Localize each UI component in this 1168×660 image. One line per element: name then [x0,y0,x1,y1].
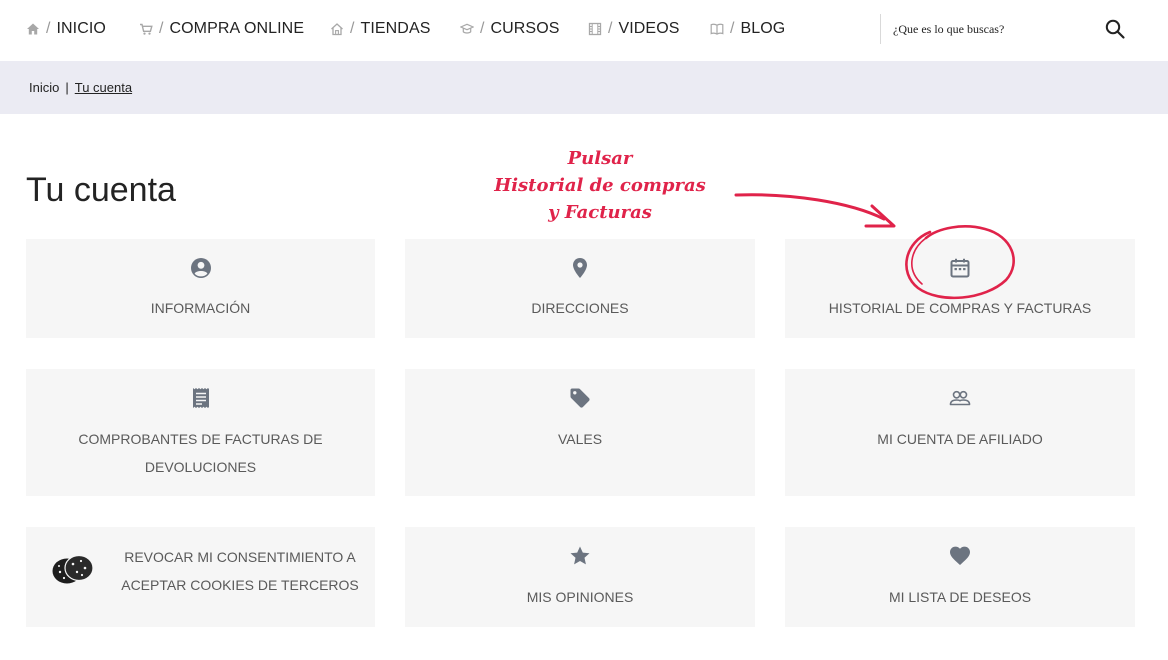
account-circle-icon [189,256,213,280]
tile-label: DIRECCIONES [531,300,629,316]
annotation-line-2: Historial de compras [494,175,706,196]
tile-label: HISTORIAL DE COMPRAS Y FACTURAS [828,300,1092,316]
tile-cuenta-afiliado[interactable]: MI CUENTA DE AFILIADO [785,369,1135,496]
breadcrumb: Inicio | Tu cuenta [29,80,132,95]
heart-icon [948,544,972,568]
graduation-cap-icon [460,22,474,36]
search-input[interactable] [893,17,1093,41]
annotation-arrow [734,193,886,221]
store-icon [330,22,344,36]
breadcrumb-bar: Inicio | Tu cuenta [0,61,1168,114]
tag-icon [568,386,592,410]
tile-label: INFORMACIÓN [150,300,251,316]
breadcrumb-separator: | [65,80,69,95]
page-title: Tu cuenta [26,171,176,209]
tile-label: COMPROBANTES DE FACTURAS DE DEVOLUCIONES [78,431,323,475]
location-pin-icon [568,256,592,280]
film-icon [588,22,602,36]
tile-vales[interactable]: VALES [405,369,755,496]
tile-revocar-cookies[interactable]: REVOCAR MI CONSENTIMIENTO A ACEPTAR COOK… [26,527,375,627]
annotation-arrowhead [864,204,896,228]
star-icon [568,544,592,568]
search-box [880,14,1142,44]
annotation-line-3: y Facturas [548,202,652,223]
nav-item-compra-online[interactable]: / COMPRA ONLINE [139,18,304,40]
tile-informacion[interactable]: INFORMACIÓN [26,239,375,338]
book-icon [710,22,724,36]
annotation-line-1: Pulsar [567,148,633,169]
nav-item-tiendas[interactable]: / TIENDAS [330,18,431,40]
nav-item-cursos[interactable]: / CURSOS [460,18,560,40]
cookie-icon [51,551,95,587]
nav-item-inicio[interactable]: / INICIO [26,18,106,40]
top-navigation: / INICIO / COMPRA ONLINE / TIENDAS / CUR… [0,0,1168,60]
breadcrumb-current-link[interactable]: Tu cuenta [75,80,132,95]
tile-mis-opiniones[interactable]: MIS OPINIONES [405,527,755,627]
tile-label: MIS OPINIONES [526,589,634,605]
tile-label: VALES [557,431,603,447]
tile-label: MI LISTA DE DESEOS [888,589,1032,605]
receipt-icon [189,386,213,410]
search-icon[interactable] [1104,18,1126,40]
tile-comprobantes-devoluciones[interactable]: COMPROBANTES DE FACTURAS DE DEVOLUCIONES [26,369,375,496]
breadcrumb-home-link[interactable]: Inicio [29,80,59,95]
nav-item-blog[interactable]: / BLOG [710,18,785,40]
group-icon [948,386,972,410]
nav-item-videos[interactable]: / VIDEOS [588,18,680,40]
home-icon [26,22,40,36]
tile-lista-deseos[interactable]: MI LISTA DE DESEOS [785,527,1135,627]
cart-icon [139,22,153,36]
tile-direcciones[interactable]: DIRECCIONES [405,239,755,338]
tile-historial-compras[interactable]: HISTORIAL DE COMPRAS Y FACTURAS [785,239,1135,338]
tile-label: REVOCAR MI CONSENTIMIENTO A ACEPTAR COOK… [121,549,359,593]
calendar-icon [948,256,972,280]
annotation-text: Pulsar Historial de compras y Facturas [470,145,730,226]
tile-label: MI CUENTA DE AFILIADO [877,431,1043,447]
